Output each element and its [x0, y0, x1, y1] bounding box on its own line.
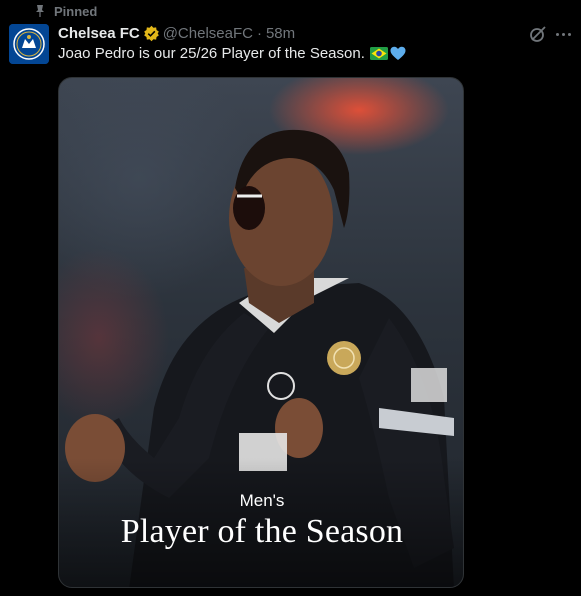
media-caption-large: Player of the Season — [120, 513, 404, 550]
pinned-label: Pinned — [54, 3, 98, 19]
media-caption-small: Men's — [239, 491, 285, 510]
separator-dot: · — [256, 24, 262, 42]
tweet-media-image[interactable]: Men's Player of the Season — [58, 77, 464, 588]
avatar[interactable] — [9, 24, 49, 64]
pinned-indicator: Pinned — [34, 3, 97, 19]
brazil-flag-icon — [369, 47, 388, 60]
blue-heart-icon — [390, 46, 406, 60]
tweet-text: Joao Pedro is our 25/26 Player of the Se… — [58, 45, 406, 62]
author-name[interactable]: Chelsea FC — [58, 25, 140, 42]
player-photo — [59, 129, 463, 587]
more-options-icon[interactable] — [556, 26, 574, 42]
timestamp[interactable]: 58m — [266, 25, 295, 42]
grok-icon[interactable] — [528, 24, 548, 44]
tweet-body: Joao Pedro is our 25/26 Player of the Se… — [58, 45, 365, 62]
chelsea-crest-icon — [9, 24, 49, 64]
verified-badge-icon[interactable] — [143, 25, 160, 42]
pin-icon — [36, 5, 44, 17]
author-handle[interactable]: @ChelseaFC — [163, 25, 253, 42]
tweet-header: Chelsea FC @ChelseaFC · 58m — [58, 24, 295, 42]
